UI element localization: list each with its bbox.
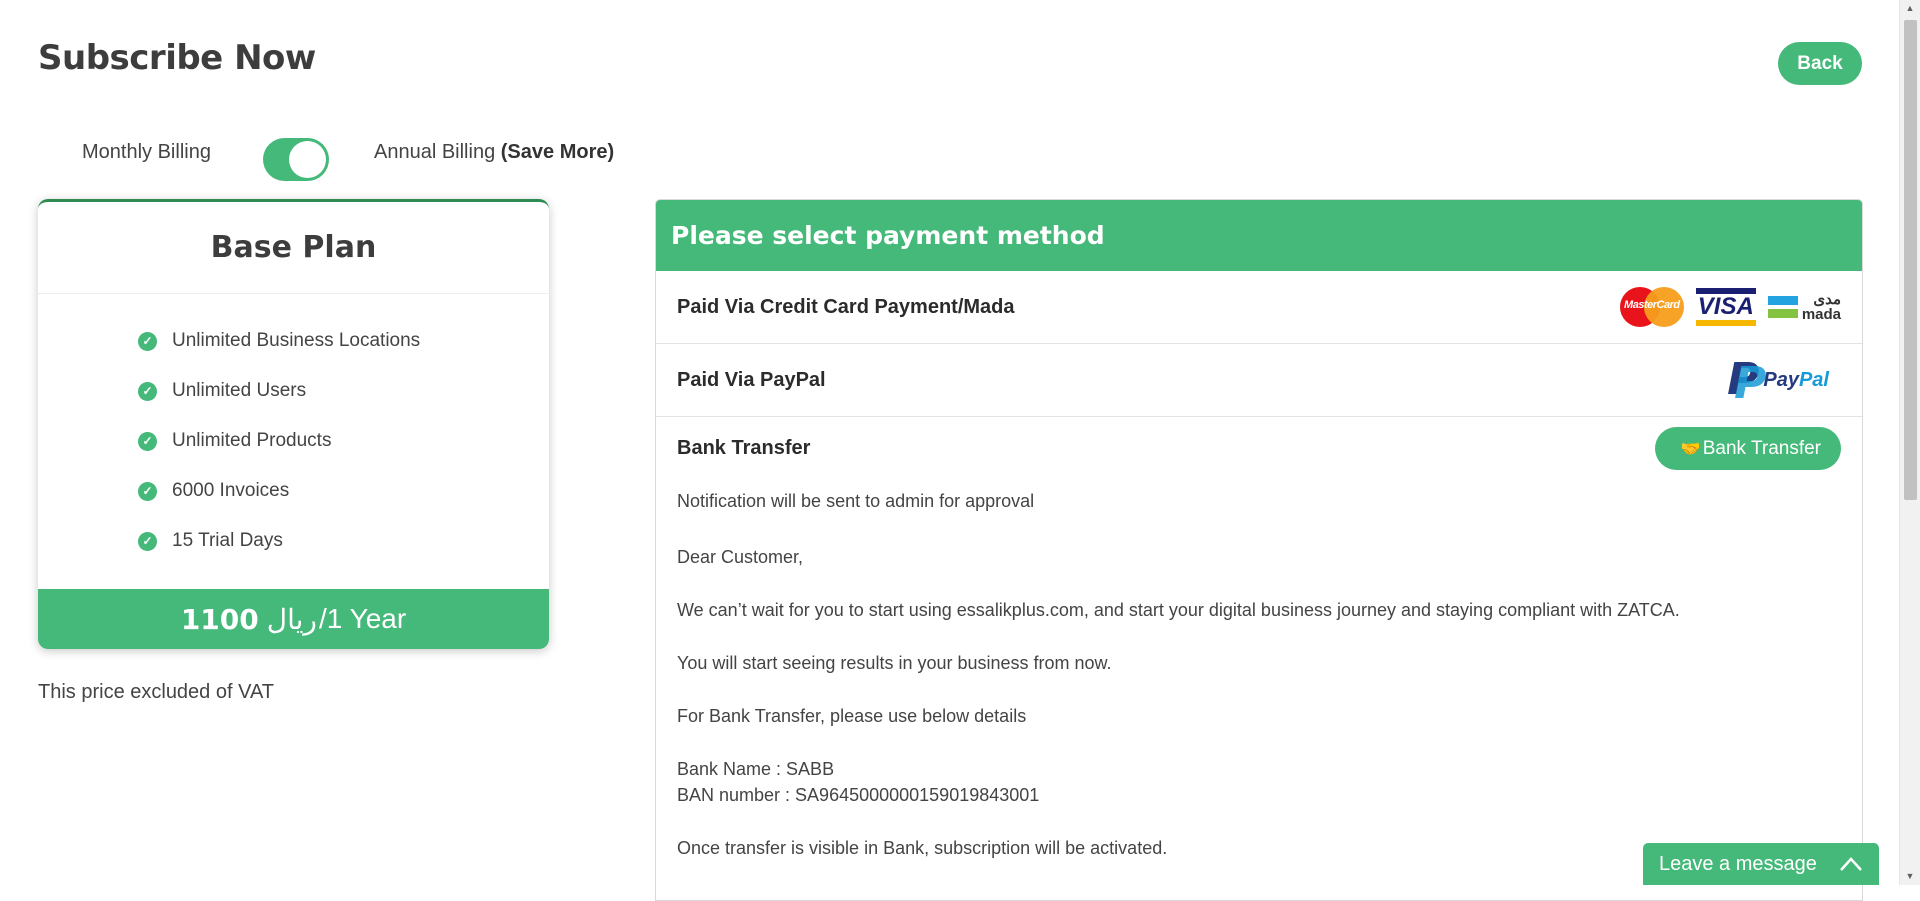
vat-note: This price excluded of VAT xyxy=(38,681,275,703)
mastercard-logo: MasterCard xyxy=(1619,287,1684,327)
feature-label: 6000 Invoices xyxy=(172,480,290,501)
plan-features: ✓ Unlimited Business Locations ✓ Unlimit… xyxy=(138,316,420,566)
billing-toggle[interactable] xyxy=(263,138,329,181)
feature-item: ✓ Unlimited Business Locations xyxy=(138,316,420,366)
check-circle-icon: ✓ xyxy=(138,331,157,351)
plan-name: Base Plan xyxy=(210,230,377,265)
feature-label: Unlimited Products xyxy=(172,430,332,451)
bank-greeting: Dear Customer, xyxy=(677,547,804,567)
scrollbar[interactable]: ▲ ▼ xyxy=(1899,0,1920,885)
leave-message-label: Leave a message xyxy=(1659,852,1817,875)
bank-name: Bank Name : SABB xyxy=(677,759,835,779)
bank-line-2: You will start seeing results in your bu… xyxy=(677,653,1112,673)
ban-number: BAN number : SA9645000000159019843001 xyxy=(677,785,1040,805)
feature-item: ✓ 6000 Invoices xyxy=(138,466,420,516)
annual-billing-text: Annual Billing xyxy=(374,141,496,163)
chevron-up-icon xyxy=(1839,856,1863,872)
card-logos: MasterCard VISA مدى mada xyxy=(1619,287,1841,327)
bank-transfer-title: Bank Transfer xyxy=(677,437,811,459)
leave-message-button[interactable]: Leave a message xyxy=(1643,843,1879,885)
bank-transfer-details: Notification will be sent to admin for a… xyxy=(677,488,1841,861)
paypal-logo: PP PayPal xyxy=(1727,354,1829,409)
mada-ar-text: مدى xyxy=(1813,291,1841,308)
feature-item: ✓ 15 Trial Days xyxy=(138,516,420,566)
plan-price: 1100 ريال /1 Year xyxy=(38,589,549,649)
check-circle-icon: ✓ xyxy=(138,531,157,551)
mada-logo: مدى mada xyxy=(1767,291,1841,323)
payment-option-label: Paid Via Credit Card Payment/Mada xyxy=(677,295,1015,318)
check-circle-icon: ✓ xyxy=(138,431,157,451)
bank-transfer-button[interactable]: 🤝 Bank Transfer xyxy=(1654,427,1841,470)
paypal-icon: PP xyxy=(1727,354,1767,409)
check-circle-icon: ✓ xyxy=(138,381,157,401)
price-amount: 1100 xyxy=(180,602,259,636)
monthly-billing-label: Monthly Billing xyxy=(82,141,211,163)
mastercard-text: MasterCard xyxy=(1624,299,1680,311)
plan-card: Base Plan ✓ Unlimited Business Locations… xyxy=(38,199,549,649)
scroll-down-arrow-icon[interactable]: ▼ xyxy=(1900,868,1920,885)
bank-transfer-button-label: Bank Transfer xyxy=(1702,437,1821,459)
payment-panel: Please select payment method Paid Via Cr… xyxy=(655,199,1863,901)
plan-divider xyxy=(38,293,549,294)
check-circle-icon: ✓ xyxy=(138,481,157,501)
scroll-up-arrow-icon[interactable]: ▲ xyxy=(1900,0,1920,17)
price-period: /1 Year xyxy=(318,603,407,634)
toggle-knob xyxy=(289,141,326,178)
feature-label: Unlimited Users xyxy=(172,380,307,401)
back-button[interactable]: Back xyxy=(1778,42,1862,85)
paypal-pay-text: Pay xyxy=(1763,368,1799,391)
payment-option-label: Paid Via PayPal xyxy=(677,368,826,391)
bank-transfer-section: Bank Transfer 🤝 Bank Transfer Notificati… xyxy=(656,417,1862,861)
price-currency: ريال xyxy=(266,603,317,635)
payment-header: Please select payment method xyxy=(656,200,1862,271)
feature-item: ✓ Unlimited Products xyxy=(138,416,420,466)
payment-option-credit-card[interactable]: Paid Via Credit Card Payment/Mada Master… xyxy=(656,271,1862,344)
mada-en-text: mada xyxy=(1801,306,1841,323)
payment-option-paypal[interactable]: Paid Via PayPal PP PayPal xyxy=(656,344,1862,417)
annual-billing-label: Annual Billing (Save More) xyxy=(374,141,614,164)
scrollbar-thumb[interactable] xyxy=(1904,20,1917,500)
feature-label: 15 Trial Days xyxy=(172,530,283,551)
handshake-icon: 🤝 xyxy=(1680,440,1701,458)
paypal-pal-text: Pal xyxy=(1798,368,1829,391)
bank-line-3: For Bank Transfer, please use below deta… xyxy=(677,706,1027,726)
feature-label: Unlimited Business Locations xyxy=(172,330,421,351)
feature-item: ✓ Unlimited Users xyxy=(138,366,420,416)
page-title: Subscribe Now xyxy=(38,38,316,78)
visa-logo: VISA xyxy=(1695,288,1756,326)
annual-billing-note: (Save More) xyxy=(500,141,615,163)
bank-notification: Notification will be sent to admin for a… xyxy=(677,491,1035,511)
bank-line-1: We can’t wait for you to start using ess… xyxy=(677,600,1680,620)
